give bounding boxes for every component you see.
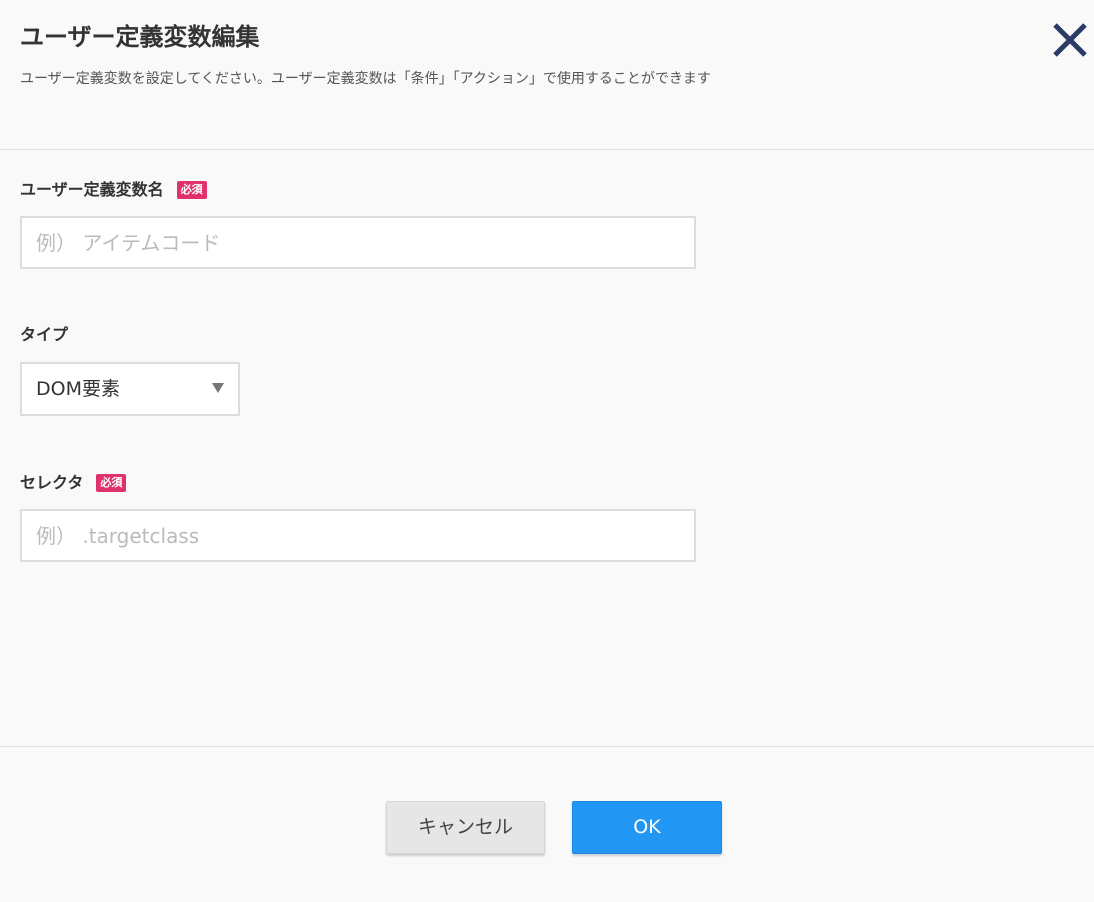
dialog-description: ユーザー定義変数を設定してください。ユーザー定義変数は「条件」「アクション」で使…	[20, 71, 711, 87]
dialog-title: ユーザー定義変数編集	[20, 23, 260, 51]
dialog-header: ユーザー定義変数編集 ユーザー定義変数を設定してください。ユーザー定義変数は「条…	[0, 0, 1094, 150]
cancel-button[interactable]: キャンセル	[386, 801, 545, 854]
required-badge: 必須	[96, 474, 127, 492]
ok-button[interactable]: OK	[572, 801, 722, 854]
selector-input[interactable]	[20, 509, 696, 562]
selector-label-text: セレクタ	[20, 473, 84, 492]
variable-name-input[interactable]	[20, 216, 696, 269]
variable-name-label-text: ユーザー定義変数名	[20, 180, 164, 199]
type-label: タイプ	[20, 324, 68, 346]
edit-user-variable-dialog: ユーザー定義変数編集 ユーザー定義変数を設定してください。ユーザー定義変数は「条…	[0, 0, 1094, 902]
variable-name-label: ユーザー定義変数名 必須	[20, 179, 207, 201]
close-icon	[1053, 23, 1087, 57]
required-badge: 必須	[176, 181, 207, 199]
footer-divider	[0, 746, 1094, 747]
type-label-text: タイプ	[20, 325, 69, 344]
type-select-value: DOM要素	[36, 378, 120, 400]
triangle-down-icon	[212, 383, 224, 393]
close-button[interactable]	[1050, 20, 1090, 60]
type-select[interactable]: DOM要素	[20, 362, 240, 416]
selector-label: セレクタ 必須	[20, 472, 127, 494]
